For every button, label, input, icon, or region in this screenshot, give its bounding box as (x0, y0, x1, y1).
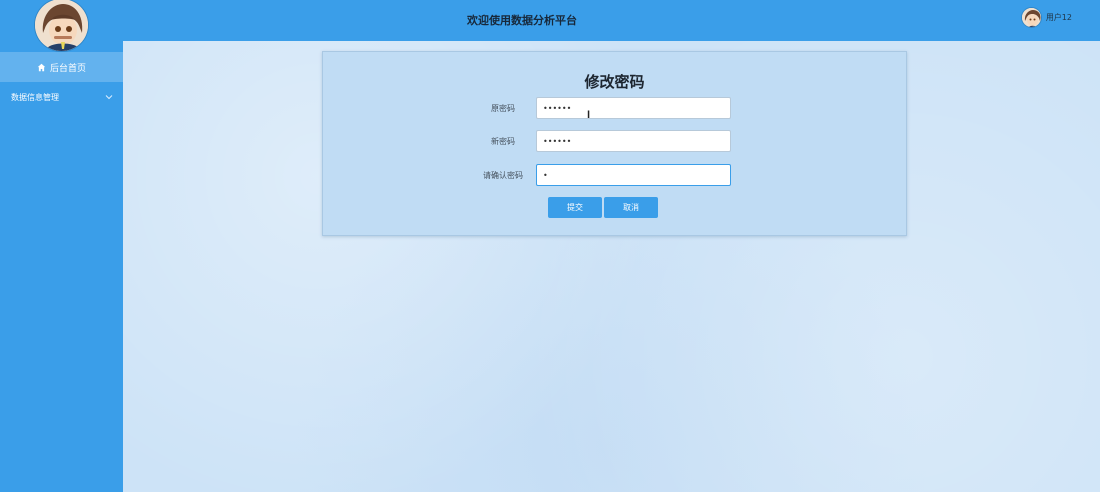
profile-avatar (34, 0, 89, 52)
old-password-field[interactable]: •••••• (536, 97, 731, 119)
page-title: 欢迎使用数据分析平台 (467, 14, 577, 27)
top-bar: 欢迎使用数据分析平台 用户12 (123, 0, 1100, 41)
text-cursor-icon: 𝐈 (587, 110, 591, 121)
chevron-down-icon (105, 93, 113, 102)
sidebar-item-home[interactable]: 后台首页 (0, 52, 123, 82)
sidebar: 后台首页 数据信息管理 (0, 0, 123, 492)
old-password-label: 原密码 (491, 104, 515, 113)
form-title: 修改密码 (584, 73, 645, 91)
home-icon (37, 63, 46, 72)
sidebar-item-label: 数据信息管理 (11, 92, 59, 102)
change-password-form: 修改密码 原密码 •••••• 新密码 •••••• 请确认密码 • 提交 取消… (322, 51, 907, 236)
sidebar-item-label: 后台首页 (49, 63, 86, 74)
new-password-label: 新密码 (491, 137, 515, 146)
user-menu[interactable]: 用户12 (1020, 7, 1072, 28)
confirm-password-field[interactable]: • (536, 164, 731, 186)
confirm-password-value: • (543, 170, 548, 180)
sidebar-item-data-management[interactable]: 数据信息管理 (0, 88, 123, 106)
submit-button[interactable]: 提交 (548, 197, 602, 218)
new-password-field[interactable]: •••••• (536, 130, 731, 152)
avatar (1020, 7, 1042, 28)
confirm-password-label: 请确认密码 (483, 171, 523, 180)
cancel-button[interactable]: 取消 (604, 197, 658, 218)
new-password-value: •••••• (543, 136, 572, 146)
user-name: 用户12 (1045, 13, 1072, 22)
old-password-value: •••••• (543, 103, 572, 113)
